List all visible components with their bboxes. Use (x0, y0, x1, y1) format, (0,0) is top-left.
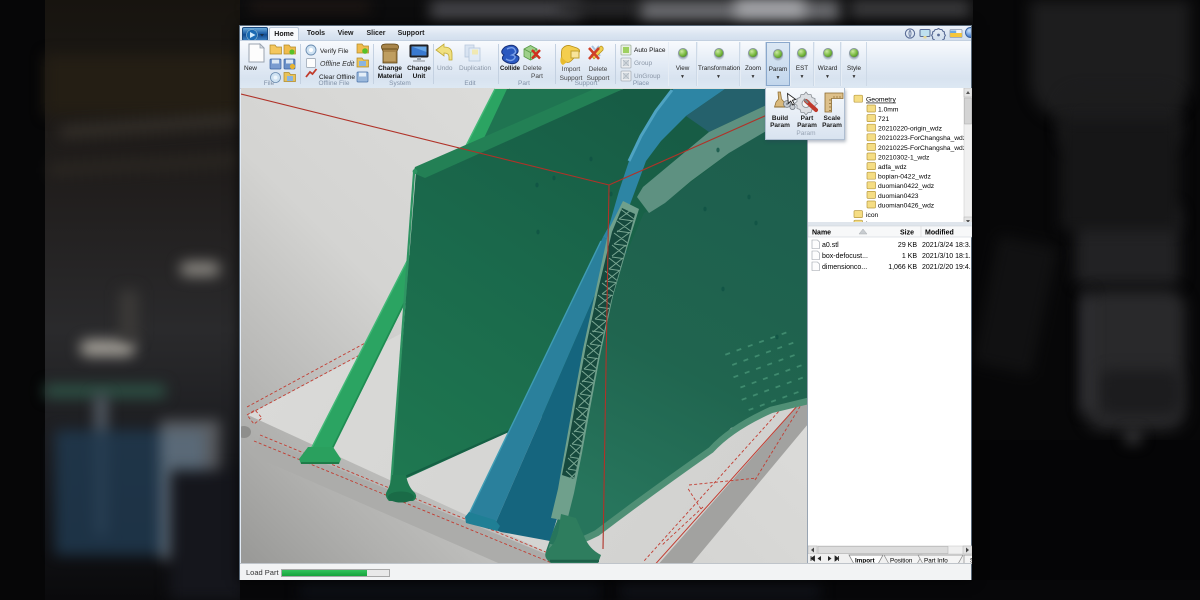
svg-text:Auto Place: Auto Place (634, 47, 666, 54)
svg-text:Delete: Delete (523, 65, 542, 72)
svg-text:Unit: Unit (413, 73, 426, 80)
svg-text:20210225-ForChangsha_wdz: 20210225-ForChangsha_wdz (878, 145, 967, 152)
svg-text:721: 721 (878, 116, 889, 123)
svg-text:icon: icon (866, 212, 879, 219)
svg-text:Material: Material (378, 73, 403, 80)
svg-text:Collide: Collide (500, 66, 521, 72)
svg-text:box-defocust...: box-defocust... (822, 253, 868, 260)
svg-text:29 KB: 29 KB (898, 242, 917, 249)
svg-text:Size: Size (900, 230, 914, 237)
svg-text:dimensionco...: dimensionco... (822, 264, 867, 271)
svg-text:Part: Part (531, 73, 543, 80)
svg-text:duomian0422_wdz: duomian0422_wdz (878, 183, 935, 190)
svg-text:Change: Change (378, 65, 402, 72)
svg-text:duomian0423: duomian0423 (878, 193, 919, 200)
svg-text:2021/3/24 18:3.: 2021/3/24 18:3. (922, 242, 971, 249)
svg-text:a0.stl: a0.stl (822, 242, 839, 249)
svg-text:Import: Import (562, 66, 581, 73)
svg-text:duomian0426_wdz: duomian0426_wdz (878, 202, 935, 209)
svg-text:Offline Edit: Offline Edit (320, 61, 355, 68)
svg-text:Modified: Modified (925, 230, 954, 237)
svg-text:20210223-ForChangsha_wdz: 20210223-ForChangsha_wdz (878, 135, 967, 142)
svg-text:20210302-1_wdz: 20210302-1_wdz (878, 154, 930, 161)
svg-text:bopian-0422_wdz: bopian-0422_wdz (878, 174, 931, 181)
svg-text:2021/2/20 19:4.: 2021/2/20 19:4. (922, 264, 971, 271)
svg-text:Undo: Undo (437, 65, 453, 72)
svg-text:Verify File: Verify File (320, 48, 349, 55)
svg-text:Name: Name (812, 230, 831, 237)
svg-text:1 KB: 1 KB (902, 253, 918, 260)
svg-text:Change: Change (407, 65, 431, 72)
svg-text:Delete: Delete (589, 66, 608, 73)
svg-text:Duplication: Duplication (459, 65, 492, 72)
svg-text:20210220-origin_wdz: 20210220-origin_wdz (878, 126, 943, 133)
svg-text:adfa_wdz: adfa_wdz (878, 164, 907, 171)
svg-text:2021/3/10 18:1.: 2021/3/10 18:1. (922, 253, 971, 260)
svg-text:1.0mm: 1.0mm (878, 106, 899, 113)
svg-text:UnGroup: UnGroup (634, 73, 661, 80)
svg-text:Group: Group (634, 60, 652, 67)
svg-text:1,066 KB: 1,066 KB (888, 264, 917, 271)
svg-text:Geometry: Geometry (866, 97, 896, 104)
